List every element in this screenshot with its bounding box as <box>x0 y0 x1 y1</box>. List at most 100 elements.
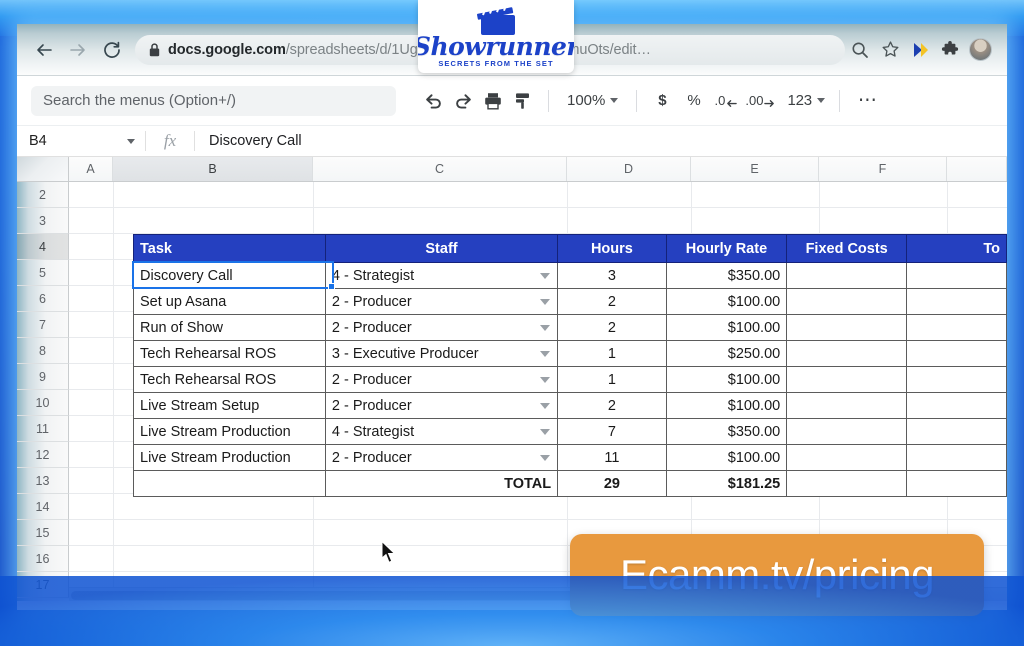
horizontal-scrollbar[interactable] <box>69 587 1007 601</box>
row-header-17[interactable]: 17 <box>17 572 69 598</box>
cell-fixed-1[interactable] <box>786 288 908 315</box>
cell-hours-4[interactable]: 1 <box>557 366 667 393</box>
cell-rate-5[interactable]: $100.00 <box>665 392 788 419</box>
chevron-down-icon[interactable] <box>540 350 551 357</box>
cell-task-3[interactable]: Tech Rehearsal ROS <box>133 340 326 367</box>
header-fixed-costs[interactable]: Fixed Costs <box>786 234 908 263</box>
cell-fixed-5[interactable] <box>786 392 908 419</box>
chevron-down-icon[interactable] <box>540 272 551 279</box>
column-header-E[interactable]: E <box>691 157 819 181</box>
cell-total-grand[interactable] <box>906 470 1007 497</box>
chevron-down-icon[interactable] <box>540 402 551 409</box>
cell-total-6[interactable] <box>906 418 1007 445</box>
cell-rate-6[interactable]: $350.00 <box>665 418 788 445</box>
print-icon[interactable] <box>478 85 508 117</box>
cell-staff-7[interactable]: 2 - Producer <box>324 444 559 471</box>
cell-hours-5[interactable]: 2 <box>557 392 667 419</box>
chevron-down-icon[interactable] <box>540 454 551 461</box>
zoom-select[interactable]: 100% <box>559 92 626 109</box>
cell-hours-7[interactable]: 11 <box>557 444 667 471</box>
row-header-4[interactable]: 4 <box>17 234 69 260</box>
cell-total-7[interactable] <box>906 444 1007 471</box>
row-header-3[interactable]: 3 <box>17 208 69 234</box>
cell-fixed-6[interactable] <box>786 418 908 445</box>
scrollbar-thumb[interactable] <box>71 591 711 600</box>
undo-icon[interactable] <box>418 85 448 117</box>
header-hourly-rate[interactable]: Hourly Rate <box>665 234 788 263</box>
profile-avatar[interactable] <box>965 35 995 65</box>
cell-fixed-4[interactable] <box>786 366 908 393</box>
row-header-14[interactable]: 14 <box>17 494 69 520</box>
row-header-12[interactable]: 12 <box>17 442 69 468</box>
row-header-11[interactable]: 11 <box>17 416 69 442</box>
extension-chevron-icon[interactable] <box>905 35 935 65</box>
name-box[interactable]: B4 <box>17 126 145 156</box>
row-header-2[interactable]: 2 <box>17 182 69 208</box>
cell-hours-0[interactable]: 3 <box>557 262 667 289</box>
cell-staff-5[interactable]: 2 - Producer <box>324 392 559 419</box>
cell-task-6[interactable]: Live Stream Production <box>133 418 326 445</box>
row-header-15[interactable]: 15 <box>17 520 69 546</box>
column-header-A[interactable]: A <box>69 157 113 181</box>
row-header-9[interactable]: 9 <box>17 364 69 390</box>
cell-staff-1[interactable]: 2 - Producer <box>324 288 559 315</box>
cell-task-4[interactable]: Tech Rehearsal ROS <box>133 366 326 393</box>
column-header-C[interactable]: C <box>313 157 567 181</box>
row-header-13[interactable]: 13 <box>17 468 69 494</box>
row-header-8[interactable]: 8 <box>17 338 69 364</box>
cell-hours-6[interactable]: 7 <box>557 418 667 445</box>
redo-icon[interactable] <box>448 85 478 117</box>
cell-rate-2[interactable]: $100.00 <box>665 314 788 341</box>
zoom-page-icon[interactable] <box>845 35 875 65</box>
cell-fixed-0[interactable] <box>786 262 908 289</box>
cell-total-5[interactable] <box>906 392 1007 419</box>
column-header-B[interactable]: B <box>113 157 313 181</box>
column-header-F[interactable]: F <box>819 157 947 181</box>
formula-input[interactable]: Discovery Call <box>195 126 1007 156</box>
chevron-down-icon[interactable] <box>540 376 551 383</box>
back-icon[interactable] <box>27 33 61 67</box>
fill-handle[interactable] <box>328 283 335 290</box>
header-hours[interactable]: Hours <box>557 234 667 263</box>
chevron-down-icon[interactable] <box>540 324 551 331</box>
column-header-D[interactable]: D <box>567 157 691 181</box>
increase-decimal-button[interactable]: .00 <box>741 85 779 117</box>
chevron-down-icon[interactable] <box>540 298 551 305</box>
forward-icon[interactable] <box>61 33 95 67</box>
cell-staff-2[interactable]: 2 - Producer <box>324 314 559 341</box>
cell-staff-0[interactable]: 4 - Strategist <box>324 262 559 289</box>
cell-rate-0[interactable]: $350.00 <box>665 262 788 289</box>
cell-hours-3[interactable]: 1 <box>557 340 667 367</box>
row-header-6[interactable]: 6 <box>17 286 69 312</box>
cell-task-0[interactable]: Discovery Call <box>133 262 326 289</box>
row-header-10[interactable]: 10 <box>17 390 69 416</box>
cell-rate-4[interactable]: $100.00 <box>665 366 788 393</box>
cell-total-rate[interactable]: $181.25 <box>665 470 788 497</box>
header-staff[interactable]: Staff <box>324 234 559 263</box>
cell-staff-6[interactable]: 4 - Strategist <box>324 418 559 445</box>
percent-format-button[interactable]: % <box>677 85 710 117</box>
header-task[interactable]: Task <box>133 234 326 263</box>
cell-hours-1[interactable]: 2 <box>557 288 667 315</box>
cell-total-4[interactable] <box>906 366 1007 393</box>
cell-task-5[interactable]: Live Stream Setup <box>133 392 326 419</box>
cell-task-2[interactable]: Run of Show <box>133 314 326 341</box>
chevron-down-icon[interactable] <box>540 428 551 435</box>
select-all-corner[interactable] <box>17 157 69 181</box>
cell-rate-7[interactable]: $100.00 <box>665 444 788 471</box>
cell-total-blank[interactable] <box>133 470 326 497</box>
cell-total-fixed[interactable] <box>786 470 908 497</box>
row-header-7[interactable]: 7 <box>17 312 69 338</box>
currency-format-button[interactable]: $ <box>647 85 677 117</box>
cell-fixed-7[interactable] <box>786 444 908 471</box>
more-options-button[interactable]: ⋯ <box>850 85 886 117</box>
cell-fixed-2[interactable] <box>786 314 908 341</box>
decrease-decimal-button[interactable]: .0 <box>711 85 742 117</box>
cell-total-0[interactable] <box>906 262 1007 289</box>
cell-hours-2[interactable]: 2 <box>557 314 667 341</box>
paint-format-icon[interactable] <box>508 85 538 117</box>
cell-task-1[interactable]: Set up Asana <box>133 288 326 315</box>
cell-fixed-3[interactable] <box>786 340 908 367</box>
cell-total-hours[interactable]: 29 <box>557 470 667 497</box>
cell-rate-3[interactable]: $250.00 <box>665 340 788 367</box>
